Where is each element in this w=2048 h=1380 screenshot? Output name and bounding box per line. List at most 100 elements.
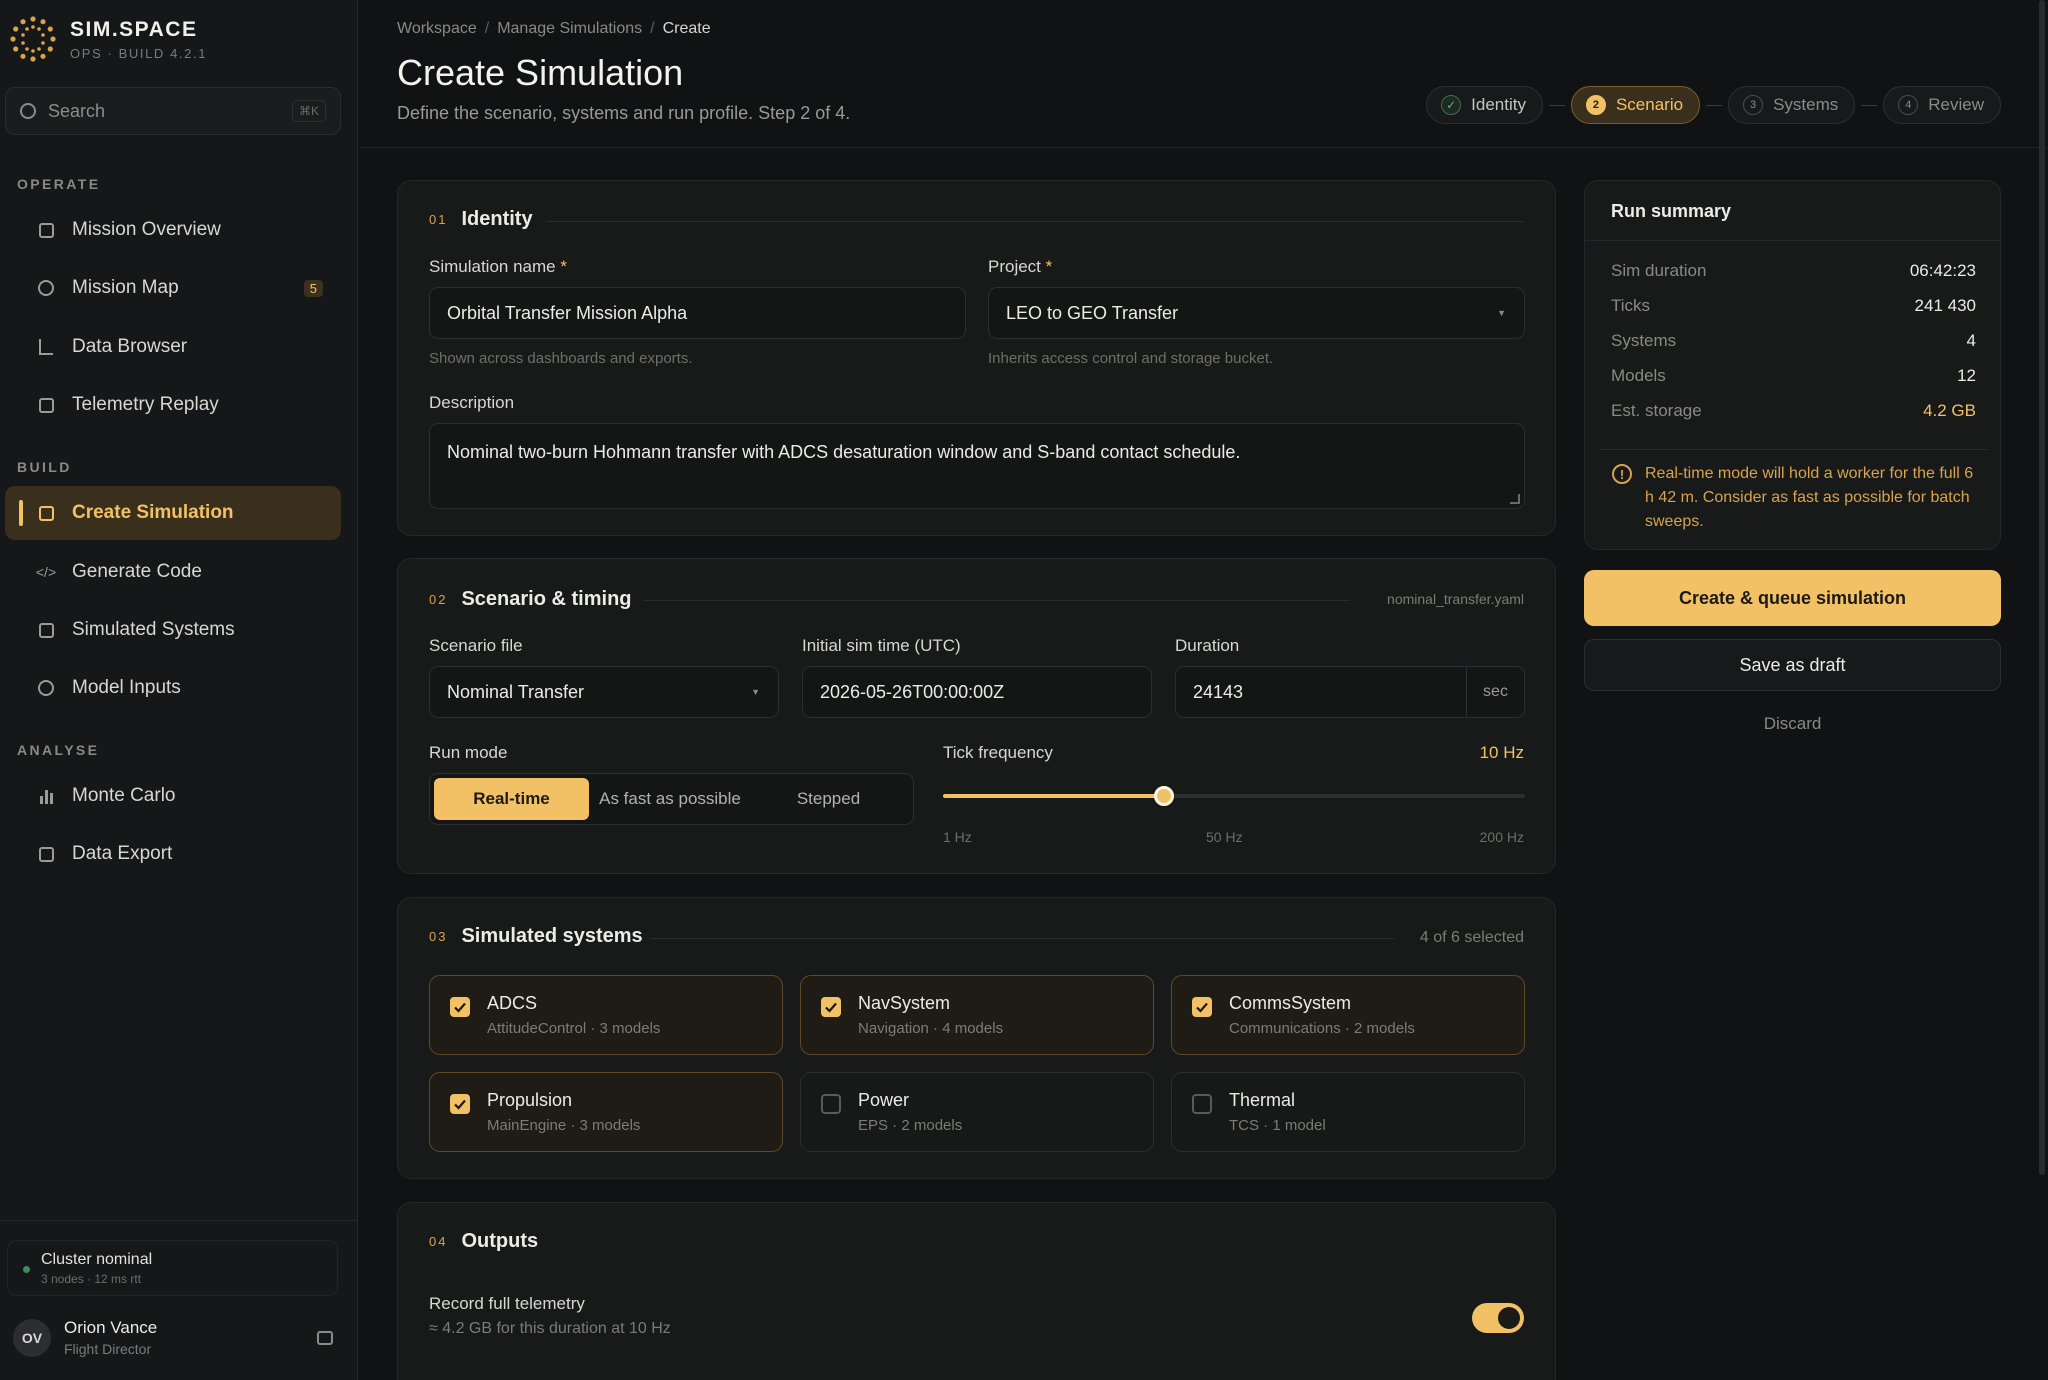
sidebar-item-data-browser[interactable]: Data Browser — [5, 320, 341, 374]
sidebar-item-simulated-systems[interactable]: Simulated Systems — [5, 603, 341, 657]
breadcrumb: Workspace / Manage Simulations / Create — [397, 20, 711, 37]
create-queue-button[interactable]: Create & queue simulation — [1584, 570, 2001, 626]
scenario-file-select[interactable]: Nominal Transfer ▼ — [429, 666, 779, 718]
run-mode-stepped[interactable]: Stepped — [751, 778, 906, 820]
run-summary-title: Run summary — [1611, 201, 1732, 221]
system-card-navsystem[interactable]: NavSystem Navigation · 4 models — [800, 975, 1154, 1055]
check-icon: ✓ — [1441, 95, 1462, 115]
step-number: 3 — [1743, 95, 1764, 115]
system-name: CommsSystem — [1229, 993, 1352, 1013]
system-name: Propulsion — [487, 1090, 573, 1110]
sidebar-item-label: Data Browser — [72, 336, 188, 357]
summary-row-storage: Est. storage 4.2 GB — [1611, 401, 1976, 420]
run-mode-real-time[interactable]: Real-time — [434, 778, 589, 820]
project-hint: Inherits access control and storage buck… — [988, 350, 1274, 367]
scenario-file-label: Scenario file — [429, 636, 523, 655]
breadcrumb-workspace[interactable]: Workspace — [397, 20, 477, 37]
step-label: Scenario — [1615, 95, 1684, 114]
tick-frequency-slider[interactable] — [943, 786, 1525, 806]
step-systems[interactable]: 3 Systems — [1728, 86, 1856, 124]
scrollbar[interactable] — [2039, 0, 2045, 1175]
discard-button[interactable]: Discard — [1584, 714, 2001, 734]
slider-handle[interactable] — [1154, 786, 1175, 806]
chevron-down-icon: ▼ — [1497, 308, 1506, 318]
sidebar-item-telemetry-replay[interactable]: Telemetry Replay — [5, 378, 341, 432]
checkbox[interactable] — [1192, 997, 1212, 1017]
checkbox[interactable] — [821, 997, 841, 1017]
checkbox[interactable] — [450, 997, 470, 1017]
simulation-name-input[interactable]: Orbital Transfer Mission Alpha — [429, 287, 966, 339]
initial-time-input[interactable]: 2026-05-26T00:00:00Z — [802, 666, 1152, 718]
sidebar-item-create-simulation[interactable]: Create Simulation — [5, 486, 341, 540]
step-identity[interactable]: ✓ Identity — [1426, 86, 1543, 124]
description-textarea[interactable]: Nominal two-burn Hohmann transfer with A… — [429, 423, 1525, 509]
system-card-power[interactable]: Power EPS · 2 models — [800, 1072, 1154, 1152]
step-review[interactable]: 4 Review — [1883, 86, 2001, 124]
resize-handle-icon[interactable] — [1510, 494, 1520, 504]
page-title: Create Simulation — [397, 52, 684, 93]
run-mode-label: Run mode — [429, 743, 508, 762]
system-card-propulsion[interactable]: Propulsion MainEngine · 3 models — [429, 1072, 783, 1152]
step-connector — [1548, 104, 1565, 106]
section-title: Outputs — [461, 1230, 539, 1252]
record-telemetry-toggle[interactable] — [1472, 1303, 1524, 1333]
tick-frequency-label: Tick frequency — [943, 743, 1053, 762]
system-detail: Communications · 2 models — [1229, 1020, 1415, 1037]
divider — [1585, 240, 2000, 241]
duration-value: 24143 — [1193, 681, 1244, 702]
sidebar-item-mission-overview[interactable]: Mission Overview — [5, 203, 341, 257]
section-number: 04 — [429, 1234, 448, 1249]
tick-mark-max: 200 Hz — [1479, 829, 1524, 845]
duration-input[interactable]: 24143 sec — [1175, 666, 1525, 718]
corner-icon — [35, 339, 57, 355]
step-connector — [1706, 104, 1723, 106]
cluster-status[interactable]: Cluster nominal 3 nodes · 12 ms rtt — [7, 1240, 338, 1296]
scenario-file-name: nominal_transfer.yaml — [1387, 591, 1524, 607]
sidebar-item-monte-carlo[interactable]: Monte Carlo — [5, 769, 341, 823]
sidebar-item-data-export[interactable]: Data Export — [5, 827, 341, 881]
step-scenario[interactable]: 2 Scenario — [1570, 86, 1701, 124]
duration-label: Duration — [1175, 636, 1240, 655]
circle-icon — [35, 680, 57, 696]
checkbox[interactable] — [821, 1094, 841, 1114]
search-input[interactable]: Search ⌘K — [5, 87, 341, 135]
system-card-adcs[interactable]: ADCS AttitudeControl · 3 models — [429, 975, 783, 1055]
description-label: Description — [429, 393, 515, 412]
system-card-thermal[interactable]: Thermal TCS · 1 model — [1171, 1072, 1525, 1152]
record-telemetry-label: Record full telemetry — [429, 1294, 585, 1313]
project-select[interactable]: LEO to GEO Transfer ▼ — [988, 287, 1525, 339]
run-mode-fast[interactable]: As fast as possible — [589, 778, 751, 820]
sidebar-item-generate-code[interactable]: </> Generate Code — [5, 545, 341, 599]
system-card-commssystem[interactable]: CommsSystem Communications · 2 models — [1171, 975, 1525, 1055]
sidebar-item-mission-map[interactable]: Mission Map 5 — [5, 261, 341, 315]
divider — [546, 221, 1524, 222]
bar-chart-icon — [35, 788, 57, 804]
system-name: Power — [858, 1090, 910, 1110]
breadcrumb-manage-simulations[interactable]: Manage Simulations — [497, 20, 642, 37]
section-number: 02 — [429, 592, 448, 607]
panel-toggle-icon[interactable] — [317, 1331, 333, 1345]
section-title: Identity — [461, 208, 533, 230]
square-icon — [35, 222, 57, 238]
sidebar-item-model-inputs[interactable]: Model Inputs — [5, 661, 341, 715]
sidebar-item-label: Model Inputs — [72, 677, 181, 698]
step-number: 2 — [1585, 95, 1606, 115]
section-number: 03 — [429, 929, 448, 944]
square-icon — [35, 846, 57, 862]
sidebar-item-label: Simulated Systems — [72, 619, 235, 640]
section-title: Scenario & timing — [461, 588, 632, 610]
save-draft-button[interactable]: Save as draft — [1584, 639, 2001, 691]
system-detail: Navigation · 4 models — [858, 1020, 1004, 1037]
card-header: 04 Outputs — [429, 1230, 538, 1253]
system-name: ADCS — [487, 993, 538, 1013]
header-divider — [359, 147, 2048, 148]
brand[interactable]: SIM.SPACE OPS · BUILD 4.2.1 — [10, 16, 207, 62]
check-icon — [454, 1002, 466, 1013]
cluster-sub: 3 nodes · 12 ms rtt — [41, 1272, 142, 1286]
divider — [643, 600, 1350, 601]
checkbox[interactable] — [450, 1094, 470, 1114]
checkbox[interactable] — [1192, 1094, 1212, 1114]
sidebar-item-label: Data Export — [72, 843, 173, 864]
duration-unit: sec — [1466, 667, 1524, 717]
user-profile[interactable]: OV Orion Vance Flight Director — [13, 1318, 333, 1357]
